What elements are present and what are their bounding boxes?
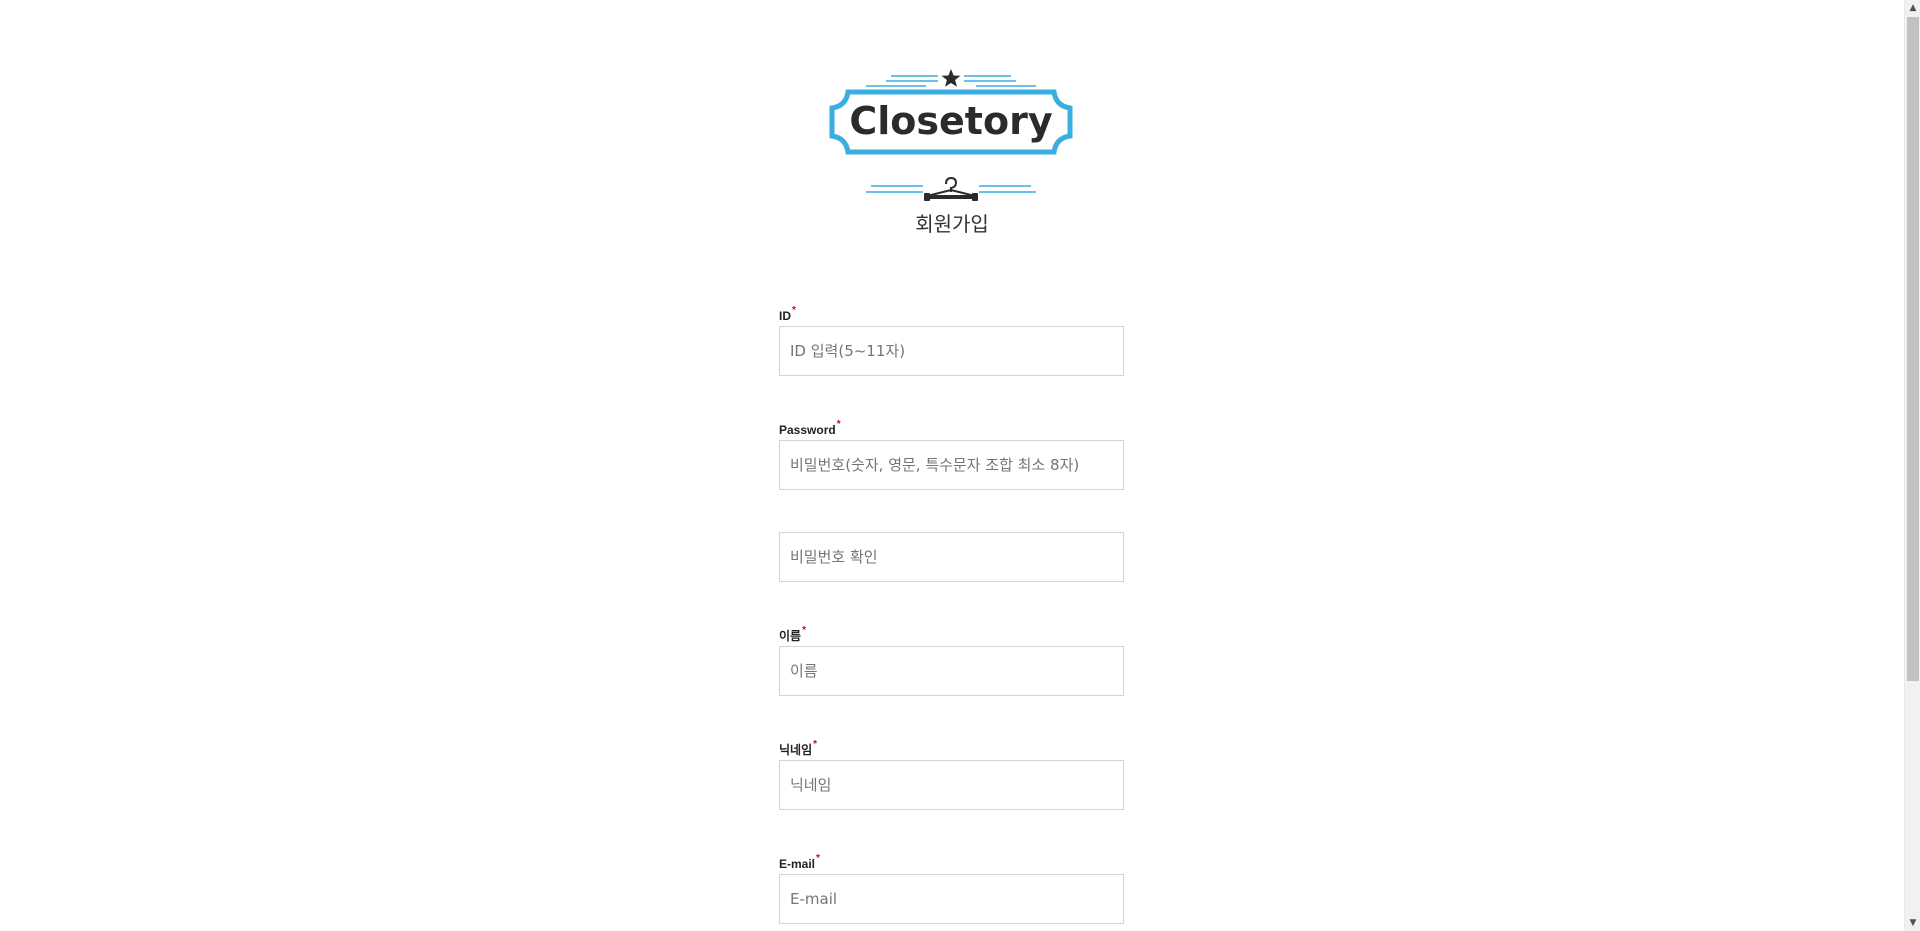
nickname-field-group: 닉네임* bbox=[779, 739, 1124, 810]
hanger-left-end bbox=[924, 193, 930, 201]
scroll-down-arrow-icon[interactable]: ▼ bbox=[1905, 915, 1920, 931]
password-confirm-field-group bbox=[779, 532, 1124, 582]
id-field-group: ID* bbox=[779, 305, 1124, 376]
required-mark: * bbox=[816, 853, 820, 864]
email-input[interactable] bbox=[779, 874, 1124, 924]
vertical-scrollbar[interactable]: ▲ ▼ bbox=[1904, 0, 1920, 931]
id-label: ID* bbox=[779, 305, 796, 323]
required-mark: * bbox=[792, 305, 796, 316]
scrollbar-thumb[interactable] bbox=[1907, 17, 1919, 681]
password-input[interactable] bbox=[779, 440, 1124, 490]
nickname-label: 닉네임* bbox=[779, 739, 818, 757]
hanger-right-end bbox=[972, 193, 978, 201]
password-confirm-input[interactable] bbox=[779, 532, 1124, 582]
signup-form: ID* Password* 이름* 닉네임* E-mail* bbox=[779, 305, 1124, 931]
nickname-input[interactable] bbox=[779, 760, 1124, 810]
star-icon bbox=[941, 69, 961, 87]
password-label: Password* bbox=[779, 419, 841, 437]
required-mark: * bbox=[813, 739, 818, 750]
name-field-group: 이름* bbox=[779, 625, 1124, 696]
id-input[interactable] bbox=[779, 326, 1124, 376]
password-field-group: Password* bbox=[779, 419, 1124, 490]
name-input[interactable] bbox=[779, 646, 1124, 696]
page-title: 회원가입 bbox=[915, 212, 989, 236]
required-mark: * bbox=[836, 419, 841, 430]
email-field-group: E-mail* bbox=[779, 853, 1124, 924]
hanger-bar bbox=[926, 195, 976, 199]
closetory-logo[interactable]: Closetory bbox=[826, 66, 1076, 206]
email-label: E-mail* bbox=[779, 853, 820, 871]
scroll-up-arrow-icon[interactable]: ▲ bbox=[1905, 0, 1920, 16]
name-label: 이름* bbox=[779, 625, 806, 643]
required-mark: * bbox=[802, 625, 806, 636]
hanger-icon bbox=[926, 176, 976, 197]
logo-text: Closetory bbox=[849, 99, 1052, 143]
signup-page: Closetory 회원가입 ID* Password* bbox=[0, 0, 1904, 931]
